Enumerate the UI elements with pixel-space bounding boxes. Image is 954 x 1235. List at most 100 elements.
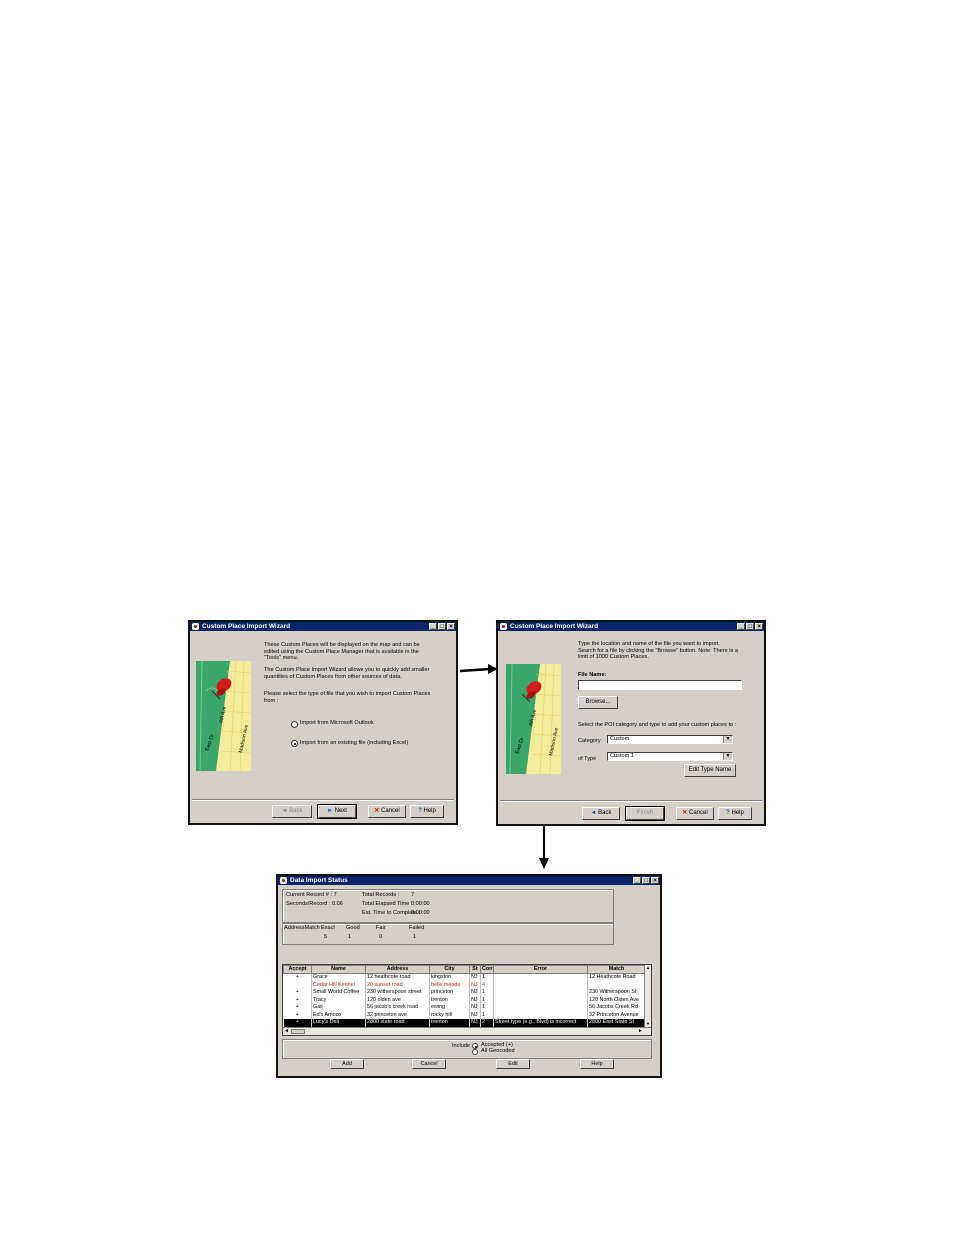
app-icon <box>280 877 287 884</box>
scroll-thumb[interactable] <box>291 1029 305 1034</box>
col-header-st[interactable]: St <box>469 965 481 974</box>
match-good-value: 1 <box>348 934 352 940</box>
add-button[interactable]: Add <box>330 1059 364 1069</box>
close-icon[interactable]: × <box>447 623 455 630</box>
cancel-button[interactable]: Cancel <box>412 1059 446 1069</box>
match-fair-header: Fair <box>376 925 386 931</box>
maximize-icon[interactable]: □ <box>746 623 754 630</box>
cancel-x-icon: ✕ <box>374 808 381 814</box>
close-icon[interactable]: × <box>755 623 763 630</box>
scroll-up-icon[interactable]: ▲ <box>645 965 651 971</box>
table-row[interactable]: + Ed's Amoco 32 princeton ave rocky hill NJ 1… <box>283 1011 646 1019</box>
results-table: Accept Name Address City St Conf Error M… <box>283 965 646 1027</box>
radio-all-geocoded-label[interactable]: All Geocoded <box>481 1048 515 1055</box>
radio-existing-file-label[interactable]: Import from an existing file (including … <box>300 740 450 747</box>
address-match-label: AddressMatch : <box>284 925 323 931</box>
chevron-down-icon[interactable]: ▼ <box>723 736 732 743</box>
table-row[interactable]: + Gail 56 jacob's creek road ewing NJ 1 56 Jac… <box>283 1004 646 1012</box>
minimize-icon[interactable]: _ <box>633 877 641 884</box>
back-arrow-icon: ◄ <box>281 808 290 814</box>
col-header-accept[interactable]: Accept <box>283 965 312 974</box>
cancel-button[interactable]: ✕ Cancel <box>676 807 714 820</box>
match-exact-header: Exact <box>321 925 335 931</box>
title-bar[interactable]: Custom Place Import Wizard _ □ × <box>498 622 764 631</box>
map-illustration: East Dr 6th Ave Madison Ave <box>196 661 251 771</box>
finish-button[interactable]: Finish <box>625 806 665 821</box>
next-button[interactable]: ► Next <box>317 804 357 819</box>
help-button[interactable]: ? Help <box>410 805 444 818</box>
type-label: of Type <box>578 756 597 762</box>
flow-arrow-down <box>539 826 549 869</box>
seconds-per-record: Seconds/Record : 0.06 <box>286 901 343 907</box>
intro-text: Type the location and name of the file y… <box>578 641 738 661</box>
col-header-name[interactable]: Name <box>311 965 366 974</box>
map-graphic: East Dr 6th Ave Madison Ave <box>196 661 251 771</box>
col-header-match[interactable]: Match <box>587 965 646 974</box>
type-select[interactable]: Custom 1 ▼ <box>607 752 733 761</box>
category-label: Category <box>578 738 601 744</box>
chevron-down-icon[interactable]: ▼ <box>723 753 732 760</box>
intro-text-1: These Custom Places will be displayed on… <box>264 642 420 662</box>
radio-all-geocoded[interactable] <box>472 1049 478 1055</box>
col-header-conf[interactable]: Conf <box>480 965 494 974</box>
match-fair-value: 0 <box>379 934 383 940</box>
window-title: Custom Place Import Wizard <box>510 623 599 630</box>
back-button[interactable]: ◄ Back <box>582 807 620 820</box>
app-icon <box>500 623 507 630</box>
divider <box>500 800 762 802</box>
scroll-left-icon[interactable]: ◄ <box>284 1028 289 1035</box>
window-title: Custom Place Import Wizard <box>202 623 291 630</box>
match-good-header: Good <box>346 925 360 931</box>
table-row[interactable]: Cedar Hill Kennel 20 sunset road belle mea… <box>283 981 646 989</box>
back-arrow-icon: ◄ <box>590 810 599 816</box>
radio-outlook[interactable] <box>291 721 298 728</box>
radio-outlook-label[interactable]: Import from Microsoft Outlook <box>300 720 440 727</box>
window-title: Data Import Status <box>290 877 348 884</box>
help-button[interactable]: Help <box>580 1059 614 1069</box>
radio-existing-file[interactable] <box>291 740 298 747</box>
data-import-status-window: Data Import Status _ □ × Current Record … <box>276 874 662 1078</box>
results-grid[interactable]: Accept Name Address City St Conf Error M… <box>282 964 652 1036</box>
match-exact-value: 5 <box>324 934 328 940</box>
intro-text-2: The Custom Place Import Wizard allows yo… <box>264 667 430 680</box>
title-bar[interactable]: Custom Place Import Wizard _ □ × <box>190 622 456 631</box>
cancel-x-icon: ✕ <box>682 810 689 816</box>
elapsed-time-value: 0:00:00 <box>411 901 430 907</box>
maximize-icon[interactable]: □ <box>642 877 650 884</box>
flow-arrow-right <box>460 664 498 674</box>
help-button[interactable]: ? Help <box>718 807 752 820</box>
maximize-icon[interactable]: □ <box>438 623 446 630</box>
col-header-address[interactable]: Address <box>365 965 430 974</box>
map-graphic: East Dr 6th Ave Madison Ave <box>506 664 561 774</box>
back-button[interactable]: ◄ Back <box>272 805 312 818</box>
app-icon <box>192 623 199 630</box>
elapsed-time-label: Total Elapsed Time : <box>362 901 413 907</box>
wizard-step2-window: Custom Place Import Wizard _ □ × East Dr <box>496 620 766 826</box>
total-records-label: Total Records : <box>362 892 400 898</box>
minimize-icon[interactable]: _ <box>737 623 745 630</box>
col-header-error[interactable]: Error <box>493 965 588 974</box>
col-header-city[interactable]: City <box>429 965 470 974</box>
table-row[interactable]: + Small World Coffee 230 witherspoon stree… <box>283 989 646 997</box>
scroll-right-icon[interactable]: ► <box>638 1028 643 1035</box>
browse-button[interactable]: Browse... <box>578 696 618 709</box>
current-record: Current Record # : 7 <box>286 892 337 898</box>
table-row-selected[interactable]: + Lucy's Deli 2800 state road trenton NJ 2 Str… <box>283 1019 646 1027</box>
match-failed-header: Failed <box>409 925 425 931</box>
table-row[interactable]: + Tracy 120 olden ave trenton NJ 1 120 North O… <box>283 996 646 1004</box>
include-label: Include <box>452 1043 471 1049</box>
vertical-scrollbar[interactable]: ▲ ▼ <box>644 965 651 1027</box>
cancel-button[interactable]: ✕ Cancel <box>368 805 406 818</box>
horizontal-scrollbar[interactable]: ◄ ► <box>283 1027 651 1035</box>
filename-input[interactable] <box>578 680 742 690</box>
wizard-step1-window: Custom Place Import Wizard _ □ × East Dr… <box>188 620 458 825</box>
table-row[interactable]: + Grace 12 heathcote road kingston NJ 1 12 Hea… <box>283 973 646 982</box>
title-bar[interactable]: Data Import Status _ □ × <box>278 876 660 885</box>
category-select[interactable]: Custom ▼ <box>607 735 733 744</box>
divider <box>192 799 454 801</box>
edit-type-name-button[interactable]: Edit Type Name <box>684 764 736 777</box>
edit-button[interactable]: Edit <box>496 1059 530 1069</box>
minimize-icon[interactable]: _ <box>429 623 437 630</box>
close-icon[interactable]: × <box>651 877 659 884</box>
next-arrow-icon: ► <box>327 808 335 814</box>
